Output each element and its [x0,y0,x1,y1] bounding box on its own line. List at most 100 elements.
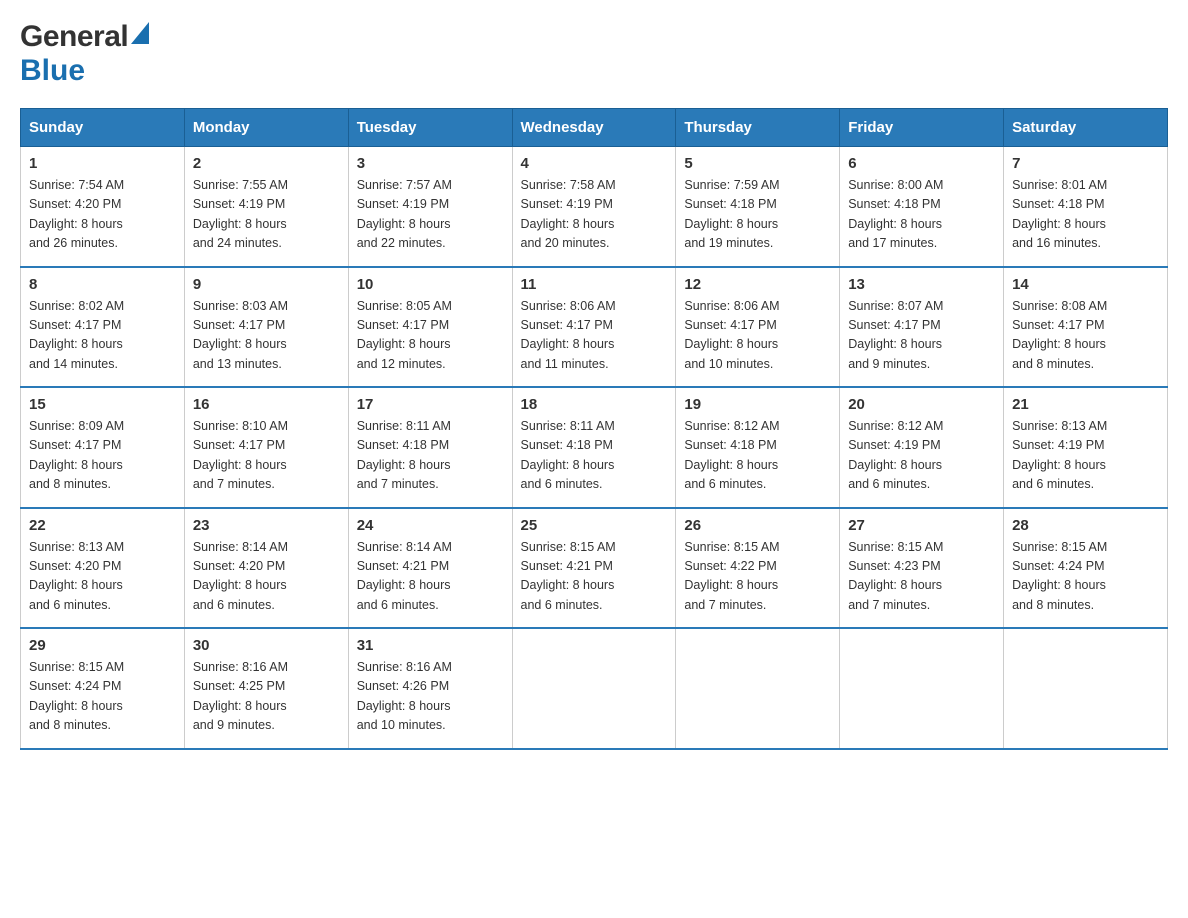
day-number: 11 [521,276,668,293]
sunrise-text: Sunrise: 8:15 AM [29,660,124,674]
calendar-cell: 25 Sunrise: 8:15 AMSunset: 4:21 PMDayligh… [512,508,676,629]
sunrise-text: Sunrise: 8:10 AM [193,419,288,433]
sunset-text: Sunset: 4:24 PM [1012,559,1104,573]
daylight-minutes-text: and 8 minutes. [29,718,111,732]
daylight-minutes-text: and 6 minutes. [521,598,603,612]
sunset-text: Sunset: 4:18 PM [684,438,776,452]
sunrise-text: Sunrise: 8:12 AM [848,419,943,433]
sunrise-text: Sunrise: 8:14 AM [357,540,452,554]
day-number: 4 [521,155,668,172]
day-info: Sunrise: 8:11 AMSunset: 4:18 PMDaylight:… [357,417,504,495]
calendar-cell: 24Sunrise: 8:14 AMSunset: 4:21 PMDayligh… [348,508,512,629]
sunset-text: Sunset: 4:17 PM [29,318,121,332]
day-info: Sunrise: 8:15 AMSunset: 4:23 PMDaylight:… [848,538,995,616]
daylight-minutes-text: and 6 minutes. [193,598,275,612]
calendar-cell: 9Sunrise: 8:03 AMSunset: 4:17 PMDaylight… [184,267,348,388]
day-info: Sunrise: 8:15 AMSunset: 4:22 PMDaylight:… [684,538,831,616]
day-info: Sunrise: 8:15 AMSunset: 4:21 PMDaylight:… [521,538,668,616]
calendar-cell: 31Sunrise: 8:16 AMSunset: 4:26 PMDayligh… [348,628,512,749]
daylight-text: Daylight: 8 hours [848,337,942,351]
daylight-text: Daylight: 8 hours [684,337,778,351]
sunset-text: Sunset: 4:18 PM [848,197,940,211]
sunrise-text: Sunrise: 8:11 AM [521,419,615,433]
column-header-sunday: Sunday [21,109,185,147]
daylight-text: Daylight: 8 hours [521,458,615,472]
day-number: 7 [1012,155,1159,172]
daylight-minutes-text: and 8 minutes. [1012,357,1094,371]
sunset-text: Sunset: 4:19 PM [357,197,449,211]
day-number: 25 [521,517,668,534]
sunset-text: Sunset: 4:21 PM [357,559,449,573]
sunrise-text: Sunrise: 8:16 AM [193,660,288,674]
sunset-text: Sunset: 4:19 PM [1012,438,1104,452]
daylight-minutes-text: and 10 minutes. [357,718,446,732]
daylight-minutes-text: and 6 minutes. [1012,477,1094,491]
day-number: 22 [29,517,176,534]
day-number: 5 [684,155,831,172]
calendar-week-2: 8Sunrise: 8:02 AMSunset: 4:17 PMDaylight… [21,267,1168,388]
day-number: 12 [684,276,831,293]
calendar-cell: 21Sunrise: 8:13 AMSunset: 4:19 PMDayligh… [1004,387,1168,508]
sunset-text: Sunset: 4:18 PM [684,197,776,211]
sunrise-text: Sunrise: 7:54 AM [29,178,124,192]
day-info: Sunrise: 8:07 AMSunset: 4:17 PMDaylight:… [848,297,995,375]
sunset-text: Sunset: 4:17 PM [357,318,449,332]
daylight-minutes-text: and 7 minutes. [357,477,439,491]
day-number: 20 [848,396,995,413]
daylight-text: Daylight: 8 hours [521,217,615,231]
day-info: Sunrise: 8:03 AMSunset: 4:17 PMDaylight:… [193,297,340,375]
day-number: 19 [684,396,831,413]
daylight-minutes-text: and 26 minutes. [29,236,118,250]
sunrise-text: Sunrise: 8:15 AM [848,540,943,554]
sunrise-text: Sunrise: 7:55 AM [193,178,288,192]
daylight-text: Daylight: 8 hours [357,699,451,713]
daylight-text: Daylight: 8 hours [193,458,287,472]
sunrise-text: Sunrise: 8:11 AM [357,419,451,433]
day-info: Sunrise: 8:12 AMSunset: 4:19 PMDaylight:… [848,417,995,495]
day-number: 14 [1012,276,1159,293]
calendar-cell: 10Sunrise: 8:05 AMSunset: 4:17 PMDayligh… [348,267,512,388]
sunset-text: Sunset: 4:17 PM [193,438,285,452]
calendar-header-row: SundayMondayTuesdayWednesdayThursdayFrid… [21,109,1168,147]
sunrise-text: Sunrise: 8:14 AM [193,540,288,554]
day-number: 2 [193,155,340,172]
daylight-minutes-text: and 6 minutes. [521,477,603,491]
daylight-minutes-text: and 24 minutes. [193,236,282,250]
day-number: 23 [193,517,340,534]
calendar-cell [676,628,840,749]
sunset-text: Sunset: 4:21 PM [521,559,613,573]
page-header: General Blue [20,20,1168,88]
calendar-body: 1Sunrise: 7:54 AMSunset: 4:20 PMDaylight… [21,147,1168,749]
daylight-text: Daylight: 8 hours [357,217,451,231]
daylight-minutes-text: and 12 minutes. [357,357,446,371]
day-info: Sunrise: 8:13 AMSunset: 4:19 PMDaylight:… [1012,417,1159,495]
daylight-text: Daylight: 8 hours [521,337,615,351]
day-number: 26 [684,517,831,534]
calendar-cell [1004,628,1168,749]
day-info: Sunrise: 8:14 AMSunset: 4:20 PMDaylight:… [193,538,340,616]
daylight-text: Daylight: 8 hours [29,217,123,231]
calendar-cell: 2Sunrise: 7:55 AMSunset: 4:19 PMDaylight… [184,147,348,267]
sunrise-text: Sunrise: 8:01 AM [1012,178,1107,192]
day-number: 1 [29,155,176,172]
sunrise-text: Sunrise: 8:00 AM [848,178,943,192]
calendar-cell: 14Sunrise: 8:08 AMSunset: 4:17 PMDayligh… [1004,267,1168,388]
day-info: Sunrise: 8:13 AMSunset: 4:20 PMDaylight:… [29,538,176,616]
daylight-text: Daylight: 8 hours [29,578,123,592]
day-number: 8 [29,276,176,293]
daylight-text: Daylight: 8 hours [193,699,287,713]
sunrise-text: Sunrise: 8:09 AM [29,419,124,433]
sunset-text: Sunset: 4:18 PM [357,438,449,452]
daylight-minutes-text: and 13 minutes. [193,357,282,371]
daylight-text: Daylight: 8 hours [1012,337,1106,351]
daylight-minutes-text: and 6 minutes. [848,477,930,491]
sunrise-text: Sunrise: 8:07 AM [848,299,943,313]
calendar-cell: 27Sunrise: 8:15 AMSunset: 4:23 PMDayligh… [840,508,1004,629]
daylight-text: Daylight: 8 hours [357,578,451,592]
calendar-cell: 8Sunrise: 8:02 AMSunset: 4:17 PMDaylight… [21,267,185,388]
sunset-text: Sunset: 4:23 PM [848,559,940,573]
daylight-text: Daylight: 8 hours [848,217,942,231]
sunrise-text: Sunrise: 7:58 AM [521,178,616,192]
sunset-text: Sunset: 4:17 PM [29,438,121,452]
calendar-cell: 20 Sunrise: 8:12 AMSunset: 4:19 PMDayligh… [840,387,1004,508]
